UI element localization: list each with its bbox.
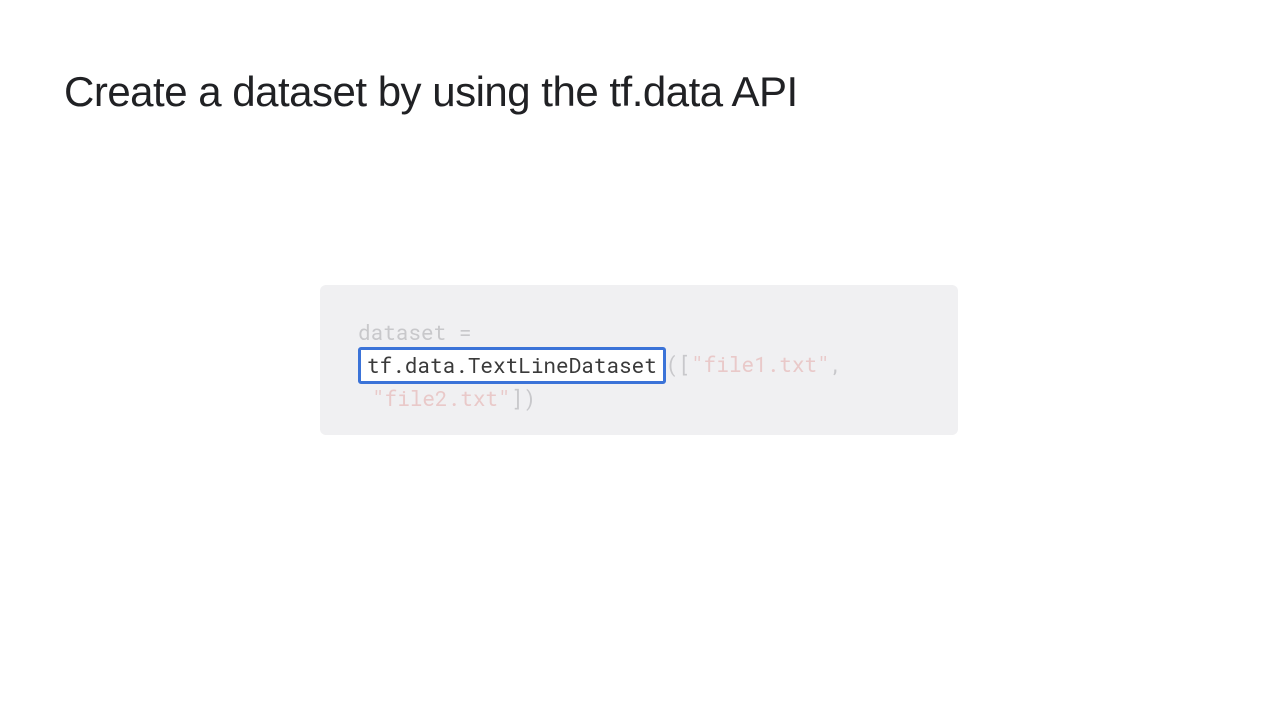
slide-title: Create a dataset by using the tf.data AP…	[64, 68, 798, 116]
code-string-file2: "file2.txt"	[372, 384, 511, 412]
highlighted-api-call: tf.data.TextLineDataset	[358, 347, 666, 384]
code-text-dataset-assign: dataset =	[358, 318, 471, 346]
code-text-close-bracket: ])	[511, 384, 536, 412]
code-block: dataset = tf.data.TextLineDataset(["file…	[320, 285, 958, 435]
code-text-comma: ,	[830, 350, 843, 378]
code-text-open-bracket: ([	[666, 350, 691, 378]
code-string-file1: "file1.txt"	[691, 350, 830, 378]
